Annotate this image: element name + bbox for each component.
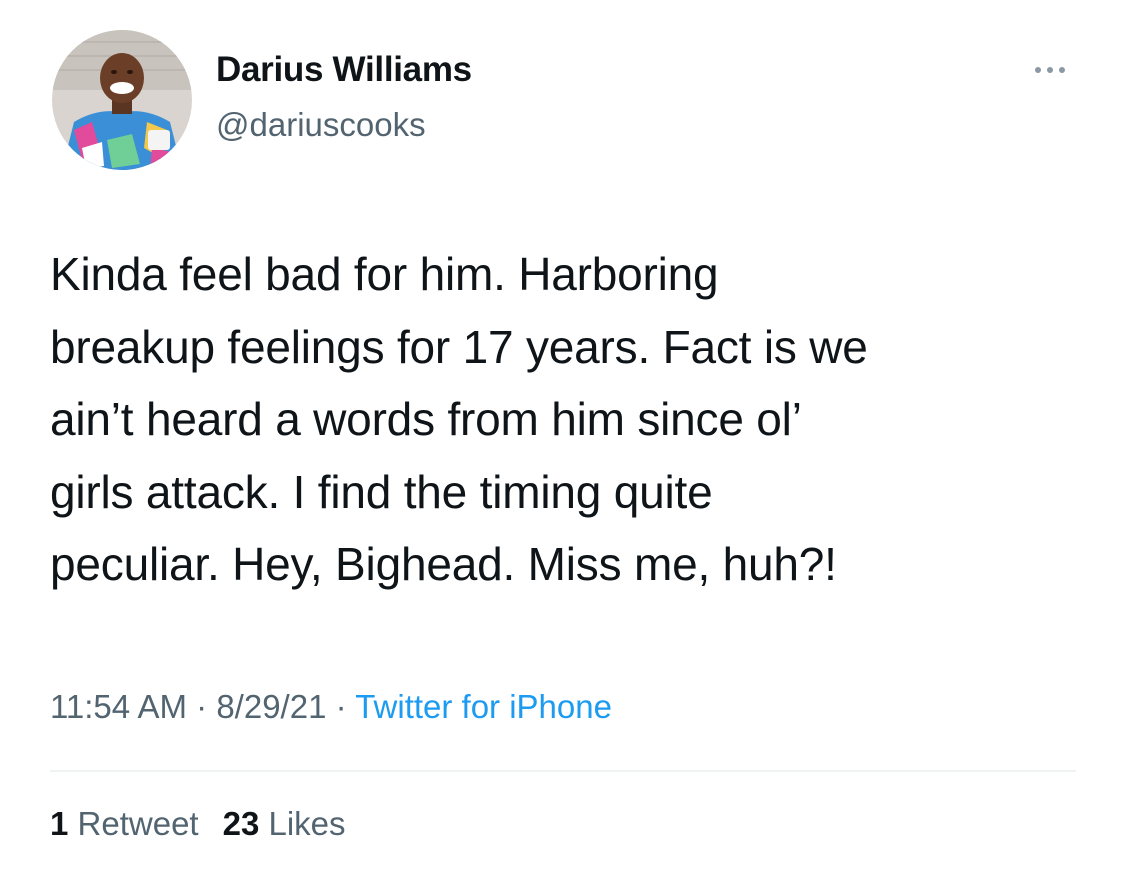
meta-separator: · xyxy=(335,688,347,725)
tweet-text-line: girls attack. I find the timing quite xyxy=(50,465,713,518)
like-count: 23 xyxy=(222,805,260,842)
tweet-source-link[interactable]: Twitter for iPhone xyxy=(355,688,612,725)
user-handle[interactable]: @dariuscooks xyxy=(216,106,426,144)
tweet-date[interactable]: 8/29/21 xyxy=(216,688,326,725)
tweet-text-line: peculiar. Hey, Bighead. Miss me, huh?! xyxy=(50,538,837,590)
tweet-meta: 11:54 AM · 8/29/21 · Twitter for iPhone xyxy=(50,688,612,726)
retweets-link[interactable]: 1 Retweet xyxy=(50,805,199,842)
tweet-text-line: Kinda feel bad for him. Harboring xyxy=(50,248,719,300)
retweet-count: 1 xyxy=(50,805,69,842)
avatar[interactable] xyxy=(52,30,192,170)
more-options-button[interactable] xyxy=(1026,58,1074,82)
tweet-text-line: ain’t heard a words from him since ol’ xyxy=(50,393,802,445)
meta-separator: · xyxy=(196,688,208,725)
tweet-stats: 1 Retweet 23 Likes xyxy=(50,805,346,843)
profile-photo-icon xyxy=(52,30,192,170)
like-label: Likes xyxy=(268,805,346,842)
ellipsis-icon xyxy=(1035,67,1065,73)
tweet-text: Kinda feel bad for him. Harboring breaku… xyxy=(50,238,1090,601)
retweet-label: Retweet xyxy=(77,805,199,842)
tweet-text-line: breakup feelings for 17 years. Fact is w… xyxy=(50,320,868,373)
tweet-card: Darius Williams @dariuscooks Kinda feel … xyxy=(0,0,1124,876)
likes-link[interactable]: 23 Likes xyxy=(223,805,346,842)
tweet-time[interactable]: 11:54 AM xyxy=(50,688,187,725)
display-name[interactable]: Darius Williams xyxy=(216,50,472,90)
divider xyxy=(50,770,1076,772)
